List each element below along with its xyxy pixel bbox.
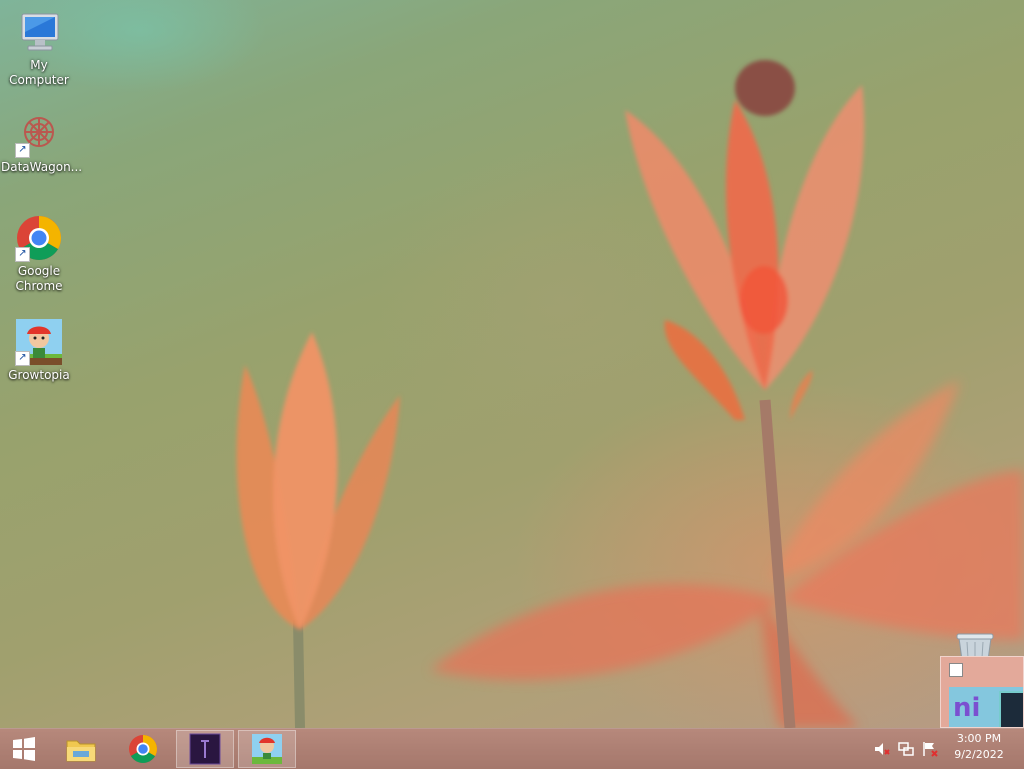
preview-content: ni (949, 687, 1023, 727)
windows-logo-icon (13, 737, 35, 761)
chrome-icon (129, 735, 157, 763)
taskbar-google-chrome[interactable] (118, 730, 168, 768)
clock-time: 3:00 PM (956, 732, 1002, 745)
network-icon[interactable] (898, 741, 914, 757)
terminal-icon (189, 733, 221, 765)
taskbar (0, 728, 1024, 769)
growtopia-icon (252, 734, 282, 764)
desktop-icon-google-chrome[interactable]: ↗ Google Chrome (1, 214, 77, 294)
shortcut-arrow-icon: ↗ (15, 351, 30, 366)
shortcut-arrow-icon: ↗ (15, 247, 30, 262)
shortcut-arrow-icon: ↗ (15, 143, 30, 158)
desktop-icon-my-computer[interactable]: My Computer (1, 8, 77, 88)
computer-icon (15, 8, 63, 56)
taskbar-file-explorer[interactable] (56, 730, 106, 768)
clock-date: 9/2/2022 (954, 748, 1004, 761)
growtopia-icon: ↗ (15, 318, 63, 366)
desktop-background: My Computer ↗ DataWagon... ↗ Google Chro… (0, 0, 1024, 728)
datawagon-icon: ↗ (15, 110, 63, 158)
window-icon (949, 663, 963, 677)
folder-icon (66, 740, 96, 762)
chrome-icon: ↗ (15, 214, 63, 262)
action-center-flag-icon[interactable] (922, 741, 938, 757)
taskbar-growtopia[interactable] (238, 730, 296, 768)
desktop-icon-growtopia[interactable]: ↗ Growtopia (1, 318, 77, 383)
wallpaper-flowers (236, 60, 1024, 728)
taskbar-clock[interactable]: 3:00 PM 9/2/2022 (948, 731, 1010, 763)
speaker-muted-icon[interactable] (874, 741, 890, 757)
window-preview-thumbnail[interactable]: ni (940, 656, 1024, 728)
start-button[interactable] (0, 730, 48, 768)
desktop-icon-datawagon[interactable]: ↗ DataWagon... (1, 110, 82, 175)
taskbar-terminal[interactable] (176, 730, 234, 768)
